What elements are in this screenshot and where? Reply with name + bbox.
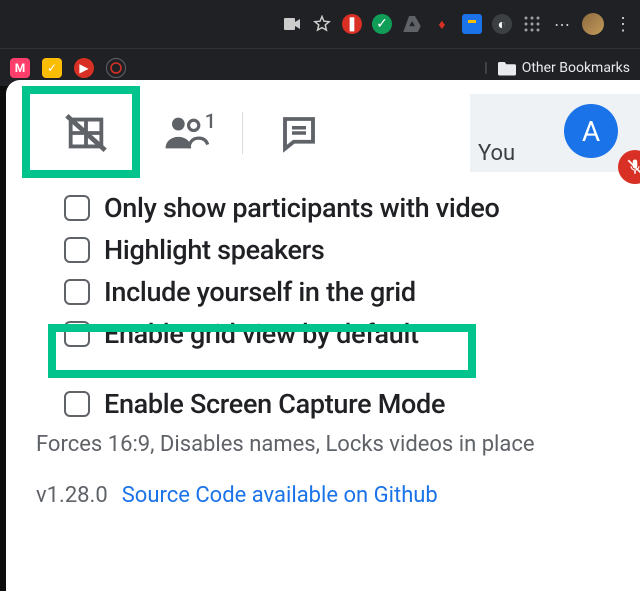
avatar-initial: A	[582, 115, 600, 148]
source-link[interactable]: Source Code available on Github	[122, 483, 438, 508]
option-label: Highlight speakers	[104, 234, 325, 266]
checkbox[interactable]	[64, 195, 90, 221]
apps-grid-icon[interactable]	[522, 14, 542, 34]
option-label: Enable Screen Capture Mode	[104, 388, 445, 420]
other-bookmarks-label: Other Bookmarks	[522, 60, 630, 76]
option-enable-default[interactable]: Enable grid view by default	[64, 318, 618, 350]
ext-icon-2[interactable]: ✓	[372, 14, 392, 34]
bookmark-icon-2[interactable]: ✓	[42, 58, 62, 78]
ext-icon-6[interactable]: ⋯	[552, 14, 572, 34]
option-label: Enable grid view by default	[104, 318, 419, 350]
option-label: Include yourself in the grid	[104, 276, 416, 308]
bookmark-icon-1[interactable]: M	[10, 58, 30, 78]
folder-icon	[498, 60, 516, 76]
panel-toolbar: 1 You A	[6, 94, 640, 172]
self-avatar: A	[564, 104, 618, 158]
bookmark-icon-4[interactable]	[106, 58, 126, 78]
panel-footer: v1.28.0 Source Code available on Github	[36, 483, 618, 508]
other-bookmarks-button[interactable]: | Other Bookmarks	[484, 60, 630, 76]
self-label: You	[478, 141, 515, 166]
toolbar-separator	[242, 112, 243, 154]
ext-icon-3[interactable]: ♦	[432, 14, 452, 34]
checkbox[interactable]	[64, 391, 90, 417]
option-label: Only show participants with video	[104, 192, 500, 224]
self-tile[interactable]: You A	[470, 94, 640, 172]
drive-icon[interactable]	[402, 14, 422, 34]
checkbox[interactable]	[64, 237, 90, 263]
option-screen-capture[interactable]: Enable Screen Capture Mode	[64, 388, 618, 420]
options-list: Only show participants with video Highli…	[6, 172, 640, 508]
grid-off-button[interactable]	[36, 103, 136, 163]
checkbox[interactable]	[64, 279, 90, 305]
browser-toolbar: ❚ ✓ ♦ ◐ ⋯ ⋮	[0, 0, 640, 48]
checkbox[interactable]	[64, 321, 90, 347]
bookmark-icon-3[interactable]: ▶	[74, 58, 94, 78]
option-highlight-speakers[interactable]: Highlight speakers	[64, 234, 618, 266]
star-icon[interactable]	[312, 14, 332, 34]
screen-capture-help: Forces 16:9, Disables names, Locks video…	[36, 430, 618, 457]
ext-icon-4[interactable]	[462, 14, 482, 34]
chrome-menu-icon[interactable]: ⋮	[614, 14, 632, 35]
extension-panel: 1 You A Only show participants with vide…	[6, 80, 640, 591]
option-only-video[interactable]: Only show participants with video	[64, 192, 618, 224]
video-icon[interactable]	[282, 14, 302, 34]
ext-icon-5[interactable]: ◐	[492, 14, 512, 34]
people-count: 1	[205, 109, 216, 133]
profile-avatar[interactable]	[582, 13, 604, 35]
version-label: v1.28.0	[36, 483, 108, 508]
chat-button[interactable]	[249, 103, 349, 163]
people-button[interactable]: 1	[136, 103, 236, 163]
ext-icon-1[interactable]: ❚	[342, 14, 362, 34]
option-include-self[interactable]: Include yourself in the grid	[64, 276, 618, 308]
